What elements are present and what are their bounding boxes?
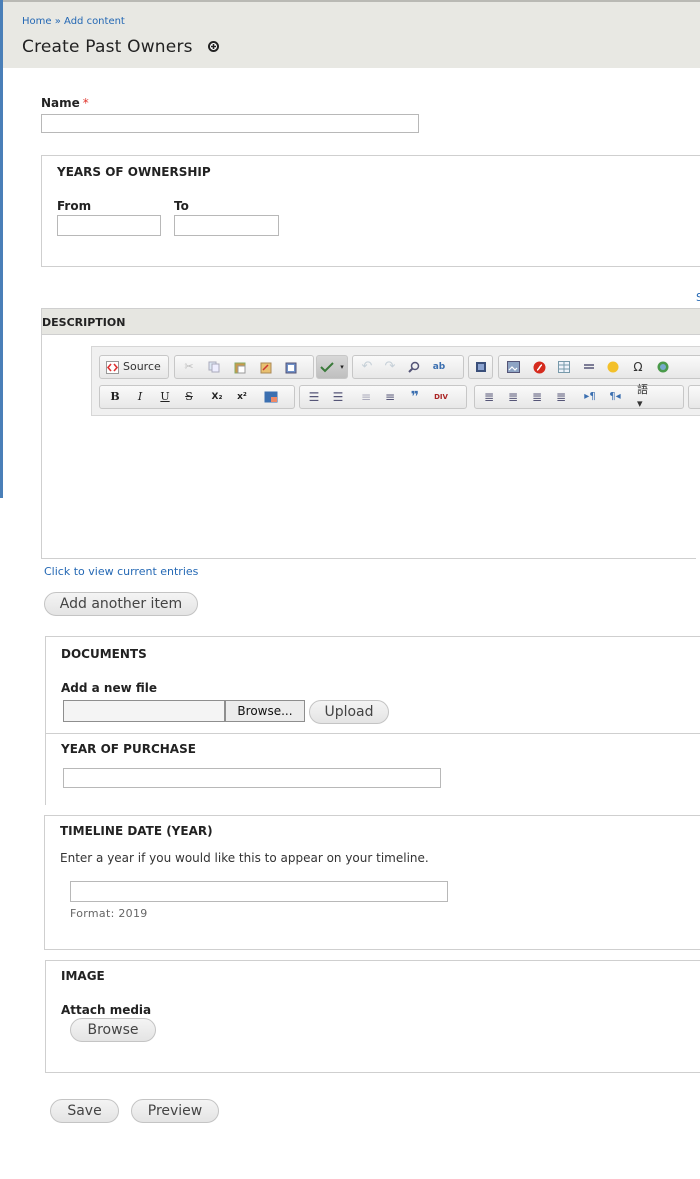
years-of-ownership-fieldset: YEARS OF OWNERSHIP From To: [41, 155, 700, 267]
timeline-format-hint: Format: 2019: [70, 907, 148, 920]
superscript-button[interactable]: x²: [235, 390, 249, 404]
breadcrumb-add-content-link[interactable]: Add content: [64, 16, 125, 27]
iframe-icon[interactable]: [656, 360, 670, 374]
paste-icon[interactable]: [233, 360, 247, 374]
rtl-icon[interactable]: ¶◂: [608, 390, 622, 404]
overflow-group[interactable]: [688, 385, 700, 409]
bold-button[interactable]: B: [108, 390, 122, 404]
to-label: To: [174, 199, 189, 213]
redo-icon[interactable]: ↷: [383, 360, 397, 374]
documents-fieldset: DOCUMENTS Add a new file Browse... Uploa…: [45, 636, 700, 734]
from-label: From: [57, 199, 92, 213]
save-button[interactable]: Save: [50, 1099, 119, 1123]
name-input[interactable]: [41, 114, 419, 133]
chevron-down-icon: ▾: [340, 363, 344, 371]
paste-text-icon[interactable]: [259, 360, 273, 374]
image-legend: IMAGE: [61, 969, 105, 983]
flash-icon[interactable]: [532, 360, 546, 374]
source-button[interactable]: Source: [99, 355, 169, 379]
replace-icon[interactable]: ab: [432, 360, 446, 374]
year-of-purchase-input[interactable]: [63, 768, 441, 788]
description-title: DESCRIPTION: [42, 316, 126, 329]
to-year-input[interactable]: [174, 215, 279, 236]
edge-link[interactable]: S: [696, 291, 700, 304]
lists-group: ☰ ☰ ≡ ≡ ❞ DIV: [299, 385, 467, 409]
clipboard-group: ✂: [174, 355, 314, 379]
indent-icon[interactable]: ≡: [383, 390, 397, 404]
add-another-item-button[interactable]: Add another item: [44, 592, 198, 616]
source-label: Source: [123, 360, 161, 373]
timeline-help-text: Enter a year if you would like this to a…: [60, 851, 429, 865]
special-char-icon[interactable]: Ω: [631, 360, 645, 374]
basic-styles-group: B I U S X₂ x²: [99, 385, 295, 409]
name-label: Name *: [41, 96, 89, 110]
underline-button[interactable]: U: [158, 390, 172, 404]
editor-toolbar: Source ✂ ▾ ↶ ↷ ab Ω B I U S X₂ x² ☰ ☰ ≡ …: [91, 346, 700, 416]
bulleted-list-icon[interactable]: ☰: [331, 390, 345, 404]
blockquote-icon[interactable]: ❞: [408, 390, 422, 404]
alignment-group: ≣ ≣ ≣ ≣ ▸¶ ¶◂ 語▾: [474, 383, 684, 410]
remove-format-icon[interactable]: [264, 390, 278, 404]
italic-button[interactable]: I: [133, 390, 147, 404]
required-marker: *: [82, 96, 89, 110]
align-left-icon[interactable]: ≣: [482, 390, 496, 404]
page-title: Create Past Owners: [22, 37, 220, 57]
file-path-field[interactable]: [63, 700, 225, 722]
justify-icon[interactable]: ≣: [554, 390, 568, 404]
attach-media-label: Attach media: [61, 1003, 152, 1017]
outdent-icon[interactable]: ≡: [359, 390, 373, 404]
paste-word-icon[interactable]: [284, 360, 298, 374]
description-bottom-border: [41, 558, 696, 559]
years-of-ownership-legend: YEARS OF OWNERSHIP: [57, 165, 211, 179]
from-year-input[interactable]: [57, 215, 161, 236]
ltr-icon[interactable]: ▸¶: [583, 390, 597, 404]
source-icon: [105, 360, 119, 374]
preview-button[interactable]: Preview: [131, 1099, 219, 1123]
image-fieldset: IMAGE Attach media Browse: [45, 960, 700, 1073]
add-shortcut-icon[interactable]: [208, 37, 220, 57]
maximize-button[interactable]: [468, 355, 493, 379]
copy-icon[interactable]: [207, 360, 221, 374]
upload-button[interactable]: Upload: [309, 700, 389, 724]
undo-icon[interactable]: ↶: [360, 360, 374, 374]
cut-icon[interactable]: ✂: [182, 360, 196, 374]
view-current-entries-link[interactable]: Click to view current entries: [44, 565, 198, 578]
language-icon[interactable]: 語▾: [637, 383, 651, 410]
media-browse-button[interactable]: Browse: [70, 1018, 156, 1042]
insert-image-icon[interactable]: [506, 360, 520, 374]
strikethrough-button[interactable]: S: [182, 390, 196, 404]
smiley-icon[interactable]: [606, 360, 620, 374]
align-center-icon[interactable]: ≣: [506, 390, 520, 404]
page-title-text: Create Past Owners: [22, 37, 193, 57]
breadcrumb: Home » Add content: [22, 16, 125, 27]
find-icon[interactable]: [407, 360, 421, 374]
timeline-year-input[interactable]: [70, 881, 448, 902]
breadcrumb-separator: »: [54, 16, 61, 27]
horizontal-rule-icon[interactable]: [582, 360, 596, 374]
undo-find-group: ↶ ↷ ab: [352, 355, 464, 379]
align-right-icon[interactable]: ≣: [530, 390, 544, 404]
description-header: DESCRIPTION: [42, 308, 700, 335]
timeline-date-fieldset: TIMELINE DATE (YEAR) Enter a year if you…: [44, 815, 700, 950]
left-accent-bar: [0, 0, 3, 498]
year-of-purchase-fieldset: YEAR OF PURCHASE: [45, 733, 700, 805]
add-new-file-label: Add a new file: [61, 681, 158, 695]
file-browse-button[interactable]: Browse...: [225, 700, 305, 722]
spellcheck-icon: [320, 360, 334, 374]
timeline-date-legend: TIMELINE DATE (YEAR): [60, 824, 213, 838]
table-icon[interactable]: [557, 360, 571, 374]
breadcrumb-home-link[interactable]: Home: [22, 16, 52, 27]
name-label-text: Name: [41, 96, 80, 110]
year-of-purchase-legend: YEAR OF PURCHASE: [61, 742, 196, 756]
documents-legend: DOCUMENTS: [61, 647, 147, 661]
subscript-button[interactable]: X₂: [210, 390, 224, 404]
description-left-border: [41, 308, 42, 559]
maximize-icon: [474, 360, 488, 374]
div-container-icon[interactable]: DIV: [434, 390, 448, 404]
page-header: Home » Add content Create Past Owners: [3, 0, 700, 68]
numbered-list-icon[interactable]: ☰: [307, 390, 321, 404]
insert-group: Ω: [498, 355, 700, 379]
spellcheck-button[interactable]: ▾: [316, 355, 348, 379]
